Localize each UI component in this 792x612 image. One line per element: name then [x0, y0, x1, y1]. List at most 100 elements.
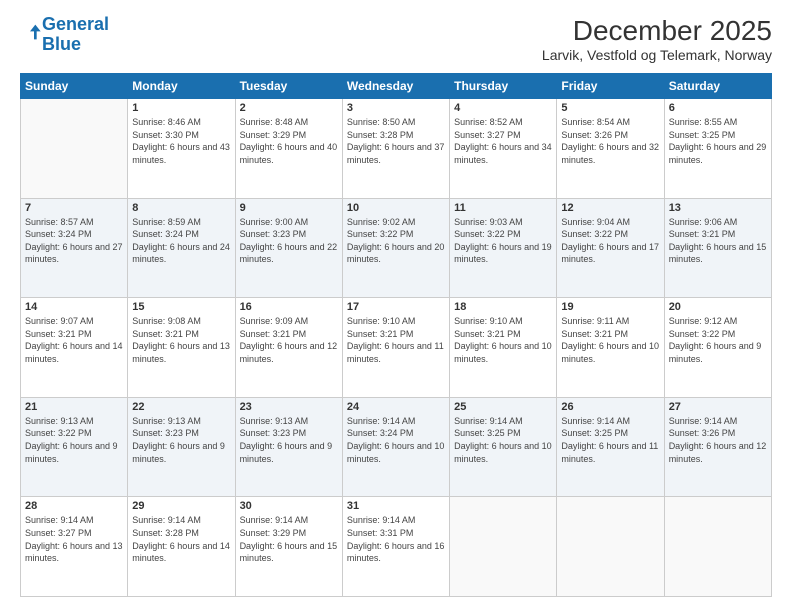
day-number: 21 [25, 401, 123, 413]
day-number: 25 [454, 401, 552, 413]
day-info: Sunrise: 9:14 AMSunset: 3:26 PMDaylight:… [669, 415, 767, 465]
day-info: Sunrise: 9:10 AMSunset: 3:21 PMDaylight:… [347, 315, 445, 365]
day-number: 12 [561, 202, 659, 214]
day-info: Sunrise: 9:14 AMSunset: 3:25 PMDaylight:… [561, 415, 659, 465]
logo: General Blue [20, 15, 109, 55]
calendar-week-row: 1 Sunrise: 8:46 AMSunset: 3:30 PMDaylight… [21, 99, 772, 199]
calendar-day-cell: 24 Sunrise: 9:14 AMSunset: 3:24 PMDayligh… [342, 397, 449, 497]
day-number: 8 [132, 202, 230, 214]
day-info: Sunrise: 9:08 AMSunset: 3:21 PMDaylight:… [132, 315, 230, 365]
calendar-day-cell: 29 Sunrise: 9:14 AMSunset: 3:28 PMDayligh… [128, 497, 235, 597]
page: General Blue December 2025 Larvik, Vestf… [0, 0, 792, 612]
logo-icon [22, 22, 42, 42]
calendar-day-cell: 20 Sunrise: 9:12 AMSunset: 3:22 PMDayligh… [664, 298, 771, 398]
title-block: December 2025 Larvik, Vestfold og Telema… [542, 15, 772, 63]
calendar-day-cell: 22 Sunrise: 9:13 AMSunset: 3:23 PMDayligh… [128, 397, 235, 497]
calendar-day-cell: 21Sunrise: 9:13 AMSunset: 3:22 PMDayligh… [21, 397, 128, 497]
calendar-day-cell: 18 Sunrise: 9:10 AMSunset: 3:21 PMDayligh… [450, 298, 557, 398]
calendar-day-cell: 14Sunrise: 9:07 AMSunset: 3:21 PMDayligh… [21, 298, 128, 398]
calendar-subtitle: Larvik, Vestfold og Telemark, Norway [542, 47, 772, 63]
weekday-header-monday: Monday [128, 74, 235, 99]
calendar-title: December 2025 [542, 15, 772, 47]
day-number: 13 [669, 202, 767, 214]
day-info: Sunrise: 9:14 AMSunset: 3:29 PMDaylight:… [240, 514, 338, 564]
calendar-day-cell: 1 Sunrise: 8:46 AMSunset: 3:30 PMDaylight… [128, 99, 235, 199]
calendar-day-cell: 8 Sunrise: 8:59 AMSunset: 3:24 PMDaylight… [128, 198, 235, 298]
day-number: 10 [347, 202, 445, 214]
weekday-header-friday: Friday [557, 74, 664, 99]
day-info: Sunrise: 9:14 AMSunset: 3:31 PMDaylight:… [347, 514, 445, 564]
day-number: 7 [25, 202, 123, 214]
day-number: 24 [347, 401, 445, 413]
day-number: 6 [669, 102, 767, 114]
calendar-day-cell: 15 Sunrise: 9:08 AMSunset: 3:21 PMDayligh… [128, 298, 235, 398]
calendar-week-row: 21Sunrise: 9:13 AMSunset: 3:22 PMDayligh… [21, 397, 772, 497]
day-number: 19 [561, 301, 659, 313]
day-info: Sunrise: 9:14 AMSunset: 3:28 PMDaylight:… [132, 514, 230, 564]
calendar-day-cell: 16Sunrise: 9:09 AMSunset: 3:21 PMDayligh… [235, 298, 342, 398]
day-number: 9 [240, 202, 338, 214]
day-info: Sunrise: 9:14 AMSunset: 3:24 PMDaylight:… [347, 415, 445, 465]
calendar-day-cell: 2 Sunrise: 8:48 AMSunset: 3:29 PMDaylight… [235, 99, 342, 199]
day-number: 1 [132, 102, 230, 114]
day-number: 3 [347, 102, 445, 114]
calendar-week-row: 28Sunrise: 9:14 AMSunset: 3:27 PMDayligh… [21, 497, 772, 597]
day-info: Sunrise: 8:46 AMSunset: 3:30 PMDaylight:… [132, 116, 230, 166]
weekday-header-row: SundayMondayTuesdayWednesdayThursdayFrid… [21, 74, 772, 99]
calendar-day-cell: 31 Sunrise: 9:14 AMSunset: 3:31 PMDayligh… [342, 497, 449, 597]
day-info: Sunrise: 9:12 AMSunset: 3:22 PMDaylight:… [669, 315, 767, 365]
day-info: Sunrise: 9:04 AMSunset: 3:22 PMDaylight:… [561, 216, 659, 266]
day-number: 27 [669, 401, 767, 413]
day-info: Sunrise: 9:13 AMSunset: 3:23 PMDaylight:… [240, 415, 338, 465]
calendar-day-cell [450, 497, 557, 597]
day-number: 2 [240, 102, 338, 114]
calendar-day-cell: 30 Sunrise: 9:14 AMSunset: 3:29 PMDayligh… [235, 497, 342, 597]
day-info: Sunrise: 8:48 AMSunset: 3:29 PMDaylight:… [240, 116, 338, 166]
day-number: 15 [132, 301, 230, 313]
calendar-day-cell: 17 Sunrise: 9:10 AMSunset: 3:21 PMDayligh… [342, 298, 449, 398]
day-info: Sunrise: 9:06 AMSunset: 3:21 PMDaylight:… [669, 216, 767, 266]
day-info: Sunrise: 9:10 AMSunset: 3:21 PMDaylight:… [454, 315, 552, 365]
day-number: 29 [132, 500, 230, 512]
day-info: Sunrise: 9:00 AMSunset: 3:23 PMDaylight:… [240, 216, 338, 266]
day-number: 30 [240, 500, 338, 512]
weekday-header-saturday: Saturday [664, 74, 771, 99]
calendar-day-cell: 25Sunrise: 9:14 AMSunset: 3:25 PMDayligh… [450, 397, 557, 497]
day-info: Sunrise: 9:13 AMSunset: 3:23 PMDaylight:… [132, 415, 230, 465]
day-info: Sunrise: 9:09 AMSunset: 3:21 PMDaylight:… [240, 315, 338, 365]
calendar-day-cell: 7 Sunrise: 8:57 AMSunset: 3:24 PMDaylight… [21, 198, 128, 298]
day-info: Sunrise: 9:03 AMSunset: 3:22 PMDaylight:… [454, 216, 552, 266]
day-info: Sunrise: 9:11 AMSunset: 3:21 PMDaylight:… [561, 315, 659, 365]
weekday-header-wednesday: Wednesday [342, 74, 449, 99]
calendar-day-cell: 11Sunrise: 9:03 AMSunset: 3:22 PMDayligh… [450, 198, 557, 298]
day-number: 18 [454, 301, 552, 313]
calendar-day-cell: 19 Sunrise: 9:11 AMSunset: 3:21 PMDayligh… [557, 298, 664, 398]
calendar-day-cell: 3Sunrise: 8:50 AMSunset: 3:28 PMDaylight… [342, 99, 449, 199]
calendar-day-cell: 12 Sunrise: 9:04 AMSunset: 3:22 PMDayligh… [557, 198, 664, 298]
day-number: 31 [347, 500, 445, 512]
day-info: Sunrise: 8:52 AMSunset: 3:27 PMDaylight:… [454, 116, 552, 166]
calendar-day-cell: 9 Sunrise: 9:00 AMSunset: 3:23 PMDaylight… [235, 198, 342, 298]
calendar-table: SundayMondayTuesdayWednesdayThursdayFrid… [20, 73, 772, 597]
calendar-day-cell: 28Sunrise: 9:14 AMSunset: 3:27 PMDayligh… [21, 497, 128, 597]
logo-line1: General [42, 14, 109, 34]
day-number: 17 [347, 301, 445, 313]
weekday-header-tuesday: Tuesday [235, 74, 342, 99]
calendar-day-cell: 13 Sunrise: 9:06 AMSunset: 3:21 PMDayligh… [664, 198, 771, 298]
logo-line2: Blue [42, 34, 81, 54]
day-number: 4 [454, 102, 552, 114]
day-info: Sunrise: 8:57 AMSunset: 3:24 PMDaylight:… [25, 216, 123, 266]
calendar-week-row: 7 Sunrise: 8:57 AMSunset: 3:24 PMDaylight… [21, 198, 772, 298]
logo-text: General Blue [42, 15, 109, 55]
day-number: 22 [132, 401, 230, 413]
header: General Blue December 2025 Larvik, Vestf… [20, 15, 772, 63]
weekday-header-thursday: Thursday [450, 74, 557, 99]
day-number: 20 [669, 301, 767, 313]
calendar-week-row: 14Sunrise: 9:07 AMSunset: 3:21 PMDayligh… [21, 298, 772, 398]
calendar-day-cell: 27 Sunrise: 9:14 AMSunset: 3:26 PMDayligh… [664, 397, 771, 497]
day-info: Sunrise: 9:07 AMSunset: 3:21 PMDaylight:… [25, 315, 123, 365]
day-info: Sunrise: 8:59 AMSunset: 3:24 PMDaylight:… [132, 216, 230, 266]
calendar-day-cell [557, 497, 664, 597]
day-number: 26 [561, 401, 659, 413]
day-info: Sunrise: 8:55 AMSunset: 3:25 PMDaylight:… [669, 116, 767, 166]
